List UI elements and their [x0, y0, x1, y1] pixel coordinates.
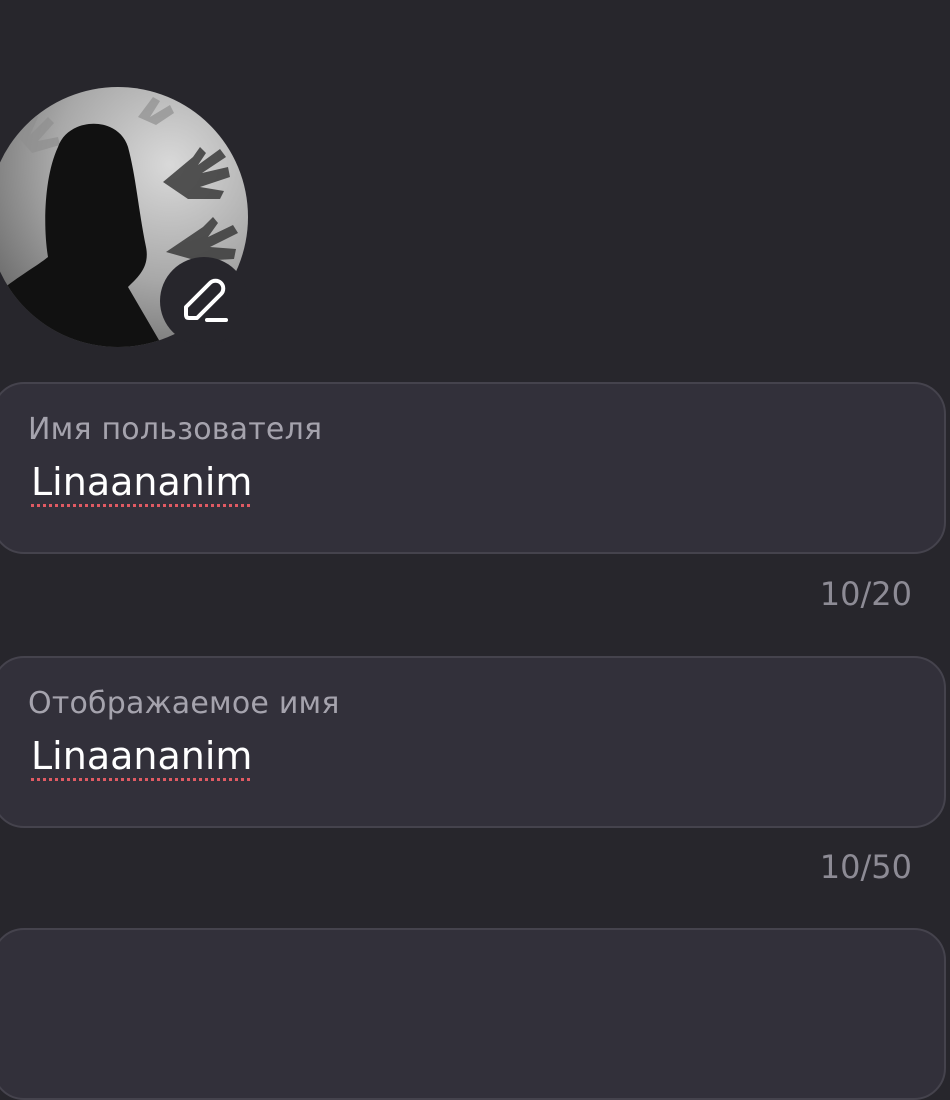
username-input[interactable]: Linaananim	[31, 460, 252, 504]
display-name-char-counter: 10/50	[819, 848, 912, 886]
edit-avatar-button[interactable]	[160, 257, 248, 345]
display-name-field[interactable]: Отображаемое имя Linaananim	[0, 656, 946, 828]
username-char-counter: 10/20	[819, 575, 912, 613]
display-name-label: Отображаемое имя	[28, 686, 340, 721]
display-name-input[interactable]: Linaananim	[31, 734, 252, 778]
next-field[interactable]	[0, 928, 946, 1100]
username-label: Имя пользователя	[28, 412, 323, 447]
avatar-container	[0, 87, 248, 347]
username-field[interactable]: Имя пользователя Linaananim	[0, 382, 946, 554]
pencil-icon	[184, 278, 228, 322]
